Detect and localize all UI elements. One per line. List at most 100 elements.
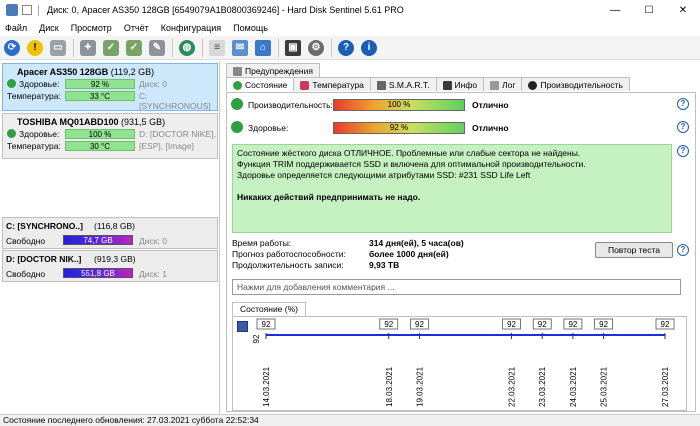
- report-button[interactable]: ≡: [207, 38, 227, 58]
- menu-disk[interactable]: Диск: [34, 23, 66, 33]
- network-button[interactable]: ⌂: [253, 38, 273, 58]
- volume-item-c[interactable]: C: [SYNCHRONO..] (116,8 GB) Свободно 74,…: [2, 217, 218, 249]
- free-space-bar: 74,7 GB: [63, 235, 133, 245]
- help-icon[interactable]: ?: [677, 145, 689, 157]
- disk-ok2-icon: ✓: [126, 39, 142, 56]
- close-button[interactable]: ✕: [666, 0, 700, 20]
- x-tick-label: 22.03.2021: [508, 366, 517, 407]
- thermometer-icon: [300, 80, 310, 90]
- temperature-bar: 30 °C: [65, 141, 135, 151]
- quick-access: [22, 4, 43, 16]
- window-title: Диск: 0, Apacer AS350 128GB [6549079A1B0…: [47, 5, 404, 15]
- refresh-button[interactable]: ⟳: [2, 38, 22, 58]
- warning-icon: [233, 66, 242, 76]
- stat-value: 314 дня(ей), 5 часа(ов): [369, 238, 464, 248]
- disk-ok-icon: ✓: [103, 39, 119, 56]
- menu-report[interactable]: Отчёт: [119, 23, 156, 33]
- tab-smart[interactable]: S.M.A.R.T.: [369, 77, 437, 91]
- settings-button[interactable]: ⚙: [306, 38, 326, 58]
- volume-disk: Диск: 1: [139, 269, 167, 279]
- disk-name-label: Apacer AS350 128GB: [17, 67, 109, 77]
- minimize-button[interactable]: —: [598, 0, 632, 20]
- stat-label: Продолжительность записи:: [232, 260, 344, 270]
- stat-value: 9,93 TB: [369, 260, 400, 270]
- help-icon[interactable]: ?: [677, 98, 689, 110]
- tab-performance[interactable]: Производительность: [521, 77, 630, 91]
- disk-name-label: TOSHIBA MQ01ABD100: [17, 117, 119, 127]
- tab-temperature[interactable]: Температура: [293, 77, 371, 91]
- check-icon: [7, 129, 16, 138]
- free-label: Свободно: [6, 236, 46, 246]
- performance-bar: 100 %: [333, 99, 465, 111]
- performance-rating: Отлично: [472, 100, 509, 110]
- data-label: 92: [661, 320, 670, 329]
- alert-icon: !: [27, 39, 43, 56]
- data-label: 92: [415, 320, 424, 329]
- menu-file[interactable]: Файл: [0, 23, 34, 33]
- volume-name: C: [SYNCHRONO..]: [6, 221, 83, 231]
- maximize-button[interactable]: ☐: [632, 0, 666, 20]
- health-bar: 100 %: [65, 129, 135, 139]
- disk-item-toshiba[interactable]: TOSHIBA MQ01ABD100 (931,5 GB) Здоровье: …: [2, 113, 218, 159]
- volume-name: D: [DOCTOR NIK..]: [6, 254, 82, 264]
- data-label: 92: [568, 320, 577, 329]
- volume-size: (919,3 GB): [94, 254, 136, 264]
- data-label: 92: [599, 320, 608, 329]
- volume-item-d[interactable]: D: [DOCTOR NIK..] (919,3 GB) Свободно 55…: [2, 250, 218, 282]
- tab-info[interactable]: Инфо: [435, 77, 485, 91]
- globe-icon: ◍: [179, 39, 195, 56]
- info-button[interactable]: i: [359, 38, 379, 58]
- tab-label: Лог: [502, 80, 516, 90]
- report-send-button[interactable]: ✉: [230, 38, 250, 58]
- chart-tab[interactable]: Состояние (%): [232, 302, 306, 316]
- settings-icon: ⚙: [308, 39, 324, 56]
- tab-status[interactable]: Состояние: [226, 77, 295, 91]
- stat-label: Время работы:: [232, 238, 292, 248]
- disk-size: (931,5 GB): [121, 117, 166, 127]
- help-button[interactable]: ?: [336, 38, 356, 58]
- menu-view[interactable]: Просмотр: [66, 23, 119, 33]
- retest-button[interactable]: Повтор теста: [595, 242, 673, 258]
- health-label: Здоровье:: [19, 129, 60, 139]
- help-icon[interactable]: ?: [677, 121, 689, 133]
- free-space-bar: 551,8 GB: [63, 268, 133, 278]
- disk-info-button[interactable]: ▭: [48, 38, 68, 58]
- disk-ok-button[interactable]: ✓: [101, 38, 121, 58]
- disk-check-icon: ✦: [80, 39, 96, 56]
- health-label: Здоровье:: [248, 123, 289, 133]
- divider: [172, 38, 173, 57]
- info-line: Состояние жёсткого диска ОТЛИЧНОЕ. Пробл…: [237, 148, 581, 158]
- disk-settings-button[interactable]: ✎: [147, 38, 167, 58]
- title-bar: Диск: 0, Apacer AS350 128GB [6549079A1B0…: [0, 0, 700, 20]
- monitor-button[interactable]: ▣: [283, 38, 303, 58]
- info-line: Функция TRIM поддерживается SSD и включе…: [237, 159, 586, 169]
- performance-row: Производительность: 100 % Отлично: [227, 97, 697, 113]
- tab-label: Температура: [312, 80, 364, 90]
- disk-check-button[interactable]: ✦: [78, 38, 98, 58]
- report-send-icon: ✉: [232, 39, 248, 56]
- divider: [331, 38, 332, 57]
- health-row: Здоровье: 92 % Отлично: [227, 120, 697, 136]
- tab-warnings[interactable]: Предупреждения: [226, 63, 320, 77]
- x-tick-label: 18.03.2021: [385, 366, 394, 407]
- globe-button[interactable]: ◍: [177, 38, 197, 58]
- menu-configuration[interactable]: Конфигурация: [156, 23, 228, 33]
- disk-list-pane: Apacer AS350 128GB (119,2 GB) Здоровье: …: [0, 61, 220, 414]
- alert-button[interactable]: !: [25, 38, 45, 58]
- disk-item-apacer[interactable]: Apacer AS350 128GB (119,2 GB) Здоровье: …: [2, 63, 218, 111]
- temperature-label: Температура:: [7, 91, 61, 101]
- help-icon[interactable]: ?: [677, 244, 689, 256]
- check-icon: [7, 79, 16, 88]
- tab-row-top: Предупреждения: [226, 63, 320, 77]
- tab-label: Предупреждения: [245, 66, 313, 76]
- comment-input[interactable]: [232, 279, 681, 295]
- quick-save-icon[interactable]: [22, 5, 32, 15]
- sliders-icon: [376, 80, 386, 90]
- volume-disk: Диск: 0: [139, 236, 167, 246]
- y-tick-label: 92: [252, 334, 261, 343]
- tab-label: Состояние: [245, 80, 288, 90]
- disk-ok2-button[interactable]: ✓: [124, 38, 144, 58]
- tab-log[interactable]: Лог: [483, 77, 523, 91]
- tab-label: S.M.A.R.T.: [388, 80, 430, 90]
- menu-help[interactable]: Помощь: [228, 23, 275, 33]
